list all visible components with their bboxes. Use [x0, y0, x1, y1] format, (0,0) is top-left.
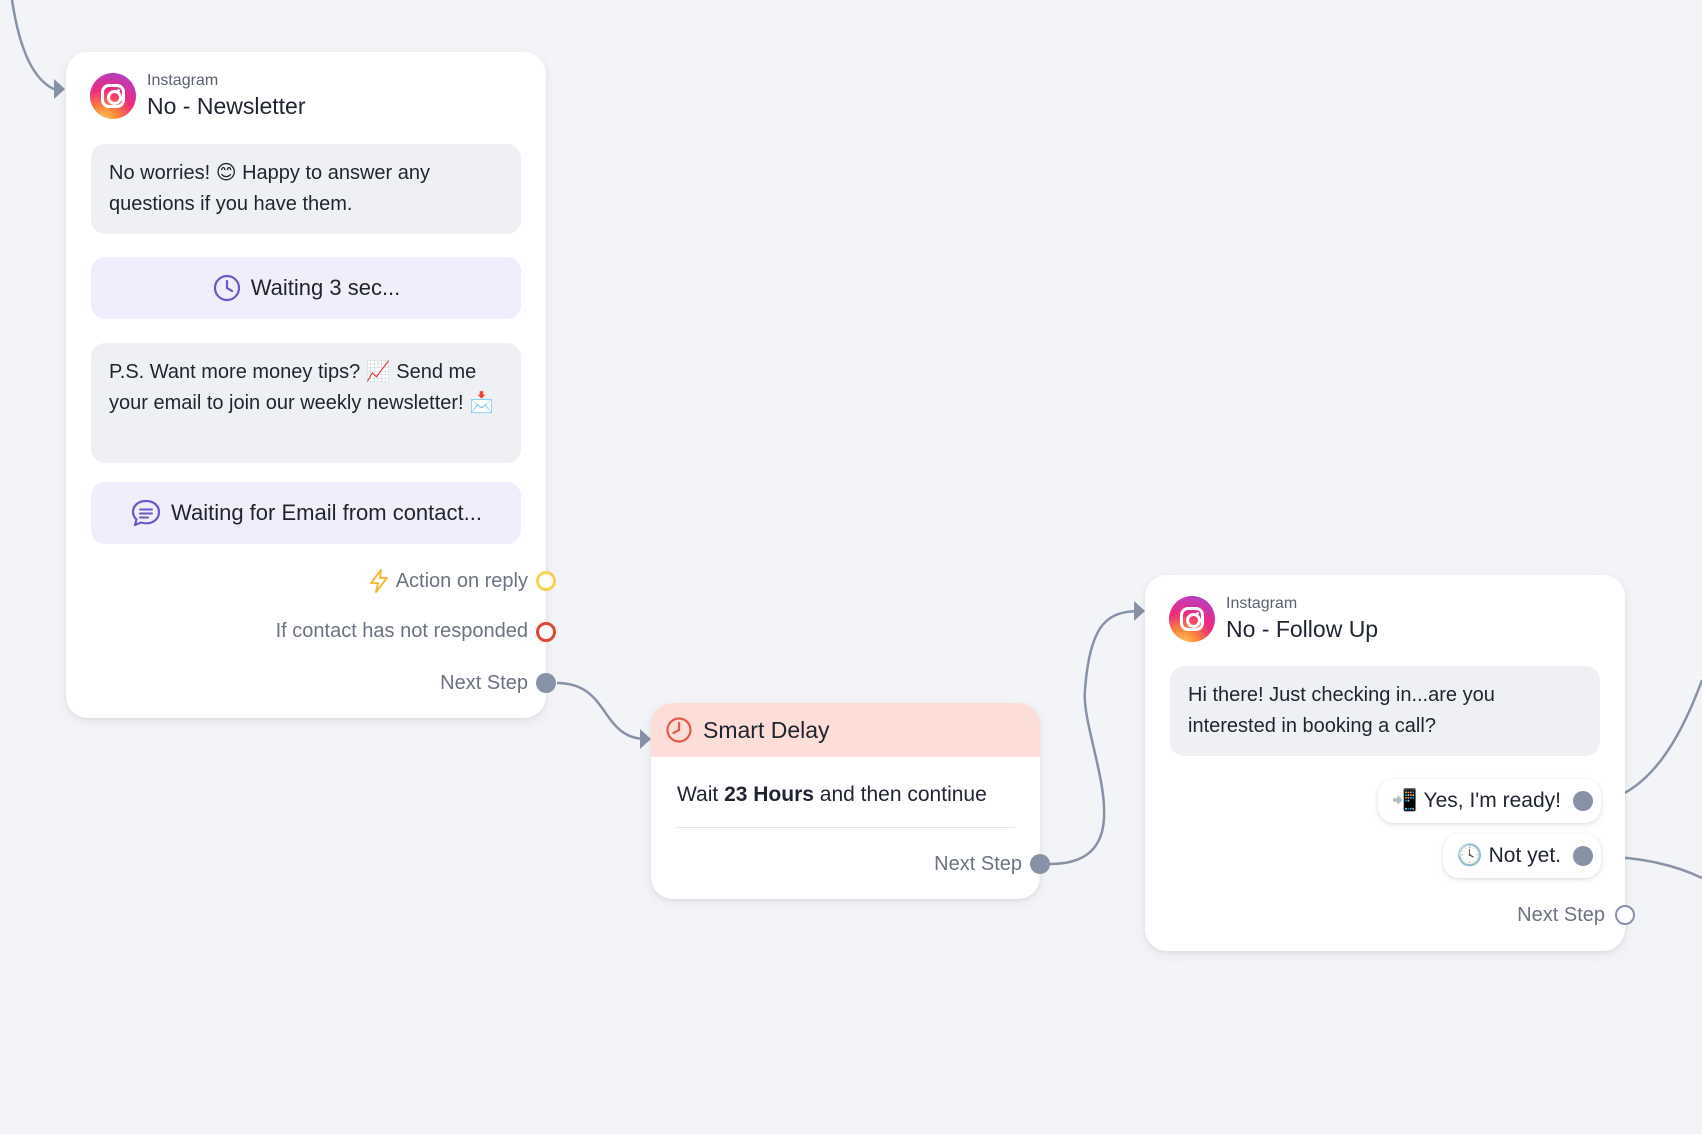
newsletter-input-arrow — [54, 79, 65, 99]
output-action-on-reply: Action on reply — [368, 568, 528, 594]
wait-block-email[interactable]: Waiting for Email from contact... — [91, 482, 521, 544]
smart-delay-header: Smart Delay — [651, 703, 1040, 757]
delay-duration: 23 Hours — [724, 783, 814, 806]
node-header: Instagram No - Follow Up — [1169, 595, 1378, 643]
output-next-step: Next Step — [1517, 904, 1605, 926]
quick-reply-label: 📲 Yes, I'm ready! — [1391, 789, 1561, 812]
wire-newsletter-to-delay — [556, 681, 646, 741]
instagram-icon — [90, 73, 136, 119]
instagram-icon — [1169, 596, 1215, 642]
wait-block-delay[interactable]: Waiting 3 sec... — [91, 257, 521, 319]
node-no-newsletter[interactable]: Instagram No - Newsletter No worries! 😊 … — [66, 52, 556, 718]
quick-reply-not-yet[interactable]: 🕓 Not yet. — [1442, 834, 1601, 878]
message-bubble[interactable]: Hi there! Just checking in...are you int… — [1170, 666, 1600, 756]
wait-label: Waiting for Email from contact... — [171, 500, 482, 525]
lightning-icon — [369, 569, 388, 593]
quick-reply-yes-ready[interactable]: 📲 Yes, I'm ready! — [1377, 779, 1601, 823]
port-quick-reply[interactable] — [1573, 791, 1593, 811]
node-channel: Instagram — [147, 72, 219, 89]
output-not-responded: If contact has not responded — [275, 620, 528, 642]
flow-canvas[interactable]: Instagram No - Newsletter No worries! 😊 … — [0, 0, 1702, 1134]
message-bubble[interactable]: No worries! 😊 Happy to answer any questi… — [91, 144, 521, 234]
output-label: Action on reply — [395, 569, 528, 592]
node-channel: Instagram — [1226, 595, 1298, 612]
port-next-step[interactable] — [1615, 905, 1635, 925]
smart-delay-title: Smart Delay — [703, 716, 830, 743]
output-next-step: Next Step — [934, 853, 1022, 875]
node-title: No - Newsletter — [147, 93, 306, 119]
node-no-follow-up[interactable]: Instagram No - Follow Up Hi there! Just … — [1145, 575, 1635, 951]
node-title: No - Follow Up — [1226, 616, 1379, 642]
wire-delay-to-followup — [1049, 609, 1139, 866]
port-not-responded[interactable] — [536, 622, 556, 642]
quick-reply-label: 🕓 Not yet. — [1456, 844, 1561, 867]
chat-bubble-icon — [131, 499, 161, 527]
port-next-step[interactable] — [536, 673, 556, 693]
wire-incoming-newsletter — [10, 0, 57, 92]
followup-input-arrow — [1134, 601, 1145, 621]
clock-icon — [213, 274, 240, 302]
port-quick-reply[interactable] — [1573, 846, 1593, 866]
port-next-step[interactable] — [1030, 854, 1050, 874]
divider — [677, 827, 1015, 828]
output-next-step: Next Step — [440, 672, 528, 694]
smart-delay-description: Wait 23 Hours and then continue — [677, 783, 987, 806]
node-header: Instagram No - Newsletter — [90, 72, 305, 120]
delay-input-arrow — [640, 729, 651, 749]
clock-icon — [666, 717, 692, 743]
node-smart-delay[interactable]: Smart Delay Wait 23 Hours and then conti… — [651, 703, 1050, 899]
message-bubble[interactable]: P.S. Want more money tips? 📈 Send me you… — [91, 343, 521, 463]
wait-label: Waiting 3 sec... — [250, 275, 401, 300]
port-action-on-reply[interactable] — [536, 571, 556, 591]
